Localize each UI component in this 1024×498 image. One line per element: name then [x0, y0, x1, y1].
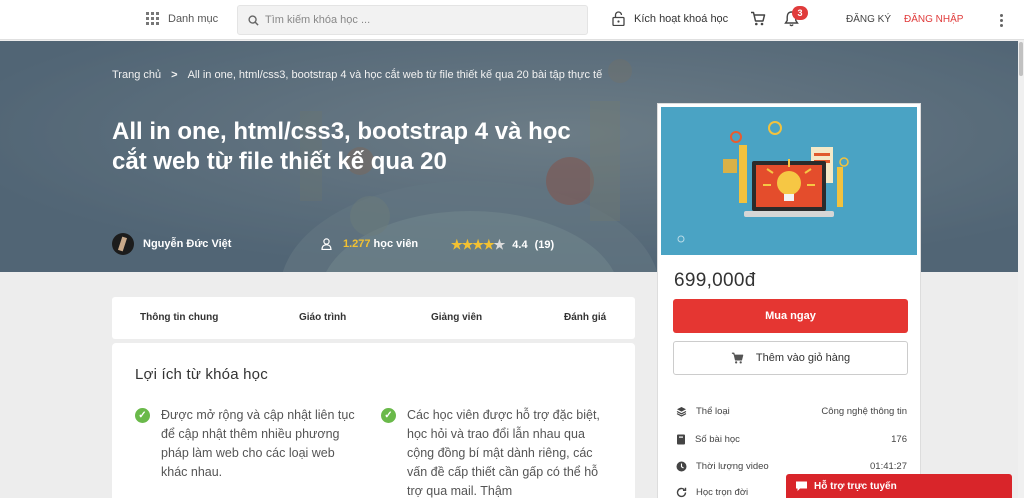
- course-tabs: Thông tin chung Giáo trình Giảng viên Đá…: [112, 297, 635, 339]
- info-value: 01:41:27: [870, 461, 907, 472]
- activate-course-label: Kích hoạt khoá học: [634, 12, 729, 25]
- refresh-icon: [676, 487, 687, 498]
- login-link[interactable]: ĐĂNG NHẬP: [904, 14, 963, 25]
- page-scrollbar[interactable]: [1018, 40, 1024, 498]
- cart-button[interactable]: [750, 11, 766, 31]
- more-menu-icon[interactable]: [996, 13, 1006, 29]
- rating-count: (19): [534, 239, 555, 251]
- author-avatar: [112, 233, 134, 255]
- buy-now-button[interactable]: Mua ngay: [673, 299, 908, 333]
- students-count: 1.277: [343, 238, 371, 250]
- info-label: Số bài học: [695, 434, 740, 445]
- search-box: [237, 5, 588, 35]
- benefit-item: ✓ Các học viên được hỗ trợ đặc biệt, học…: [381, 406, 603, 498]
- students-stat: 1.277 học viên: [321, 238, 418, 250]
- info-row-lessons: Số bài học 176: [676, 434, 907, 445]
- tab-curriculum[interactable]: Giáo trình: [299, 312, 346, 323]
- live-support-chat-button[interactable]: Hỗ trợ trực tuyến: [786, 474, 1012, 498]
- breadcrumb-current: All in one, html/css3, bootstrap 4 và họ…: [187, 69, 603, 81]
- book-icon: [677, 434, 685, 445]
- rating-stars-icon: ★★★★★: [451, 237, 505, 252]
- add-to-cart-label: Thêm vào giỏ hàng: [755, 352, 851, 364]
- benefit-item: ✓ Được mở rộng và cập nhật liên tục để c…: [135, 406, 355, 482]
- user-icon: [321, 238, 332, 250]
- category-menu-button[interactable]: Danh mục: [146, 12, 218, 25]
- breadcrumb: Trang chủ > All in one, html/css3, boots…: [112, 69, 602, 81]
- notification-badge: 3: [792, 6, 808, 20]
- category-label: Danh mục: [168, 12, 219, 25]
- live-support-label: Hỗ trợ trực tuyến: [814, 480, 897, 492]
- info-value: Công nghệ thông tin: [821, 406, 907, 417]
- top-header: Danh mục Kích hoạt khoá học 3 ĐĂNG KÝ ĐĂ…: [0, 0, 1024, 40]
- tab-general-info[interactable]: Thông tin chung: [140, 312, 218, 323]
- cart-icon: [731, 352, 744, 364]
- search-icon: [248, 14, 259, 26]
- info-row-category: Thể loại Công nghệ thông tin: [676, 406, 907, 417]
- tab-reviews[interactable]: Đánh giá: [564, 312, 606, 323]
- search-input[interactable]: [265, 14, 565, 26]
- page-scrollbar-thumb[interactable]: [1019, 42, 1023, 76]
- course-thumbnail: [661, 107, 917, 255]
- course-rating: ★★★★★ 4.4 (19): [451, 237, 554, 253]
- course-price: 699,000đ: [674, 270, 756, 291]
- grid-icon: [146, 12, 159, 25]
- lock-open-icon: [612, 11, 625, 26]
- students-label: học viên: [373, 238, 419, 250]
- purchase-card: 699,000đ Mua ngay Thêm vào giỏ hàng Thể …: [657, 103, 921, 498]
- info-label: Thể loại: [696, 406, 730, 417]
- info-row-duration: Thời lượng video 01:41:27: [676, 461, 907, 472]
- info-label: Thời lượng video: [696, 461, 769, 472]
- layers-icon: [676, 407, 687, 417]
- check-circle-icon: ✓: [135, 408, 150, 423]
- benefit-text: Các học viên được hỗ trợ đặc biệt, học h…: [407, 408, 600, 498]
- clock-icon: [676, 461, 687, 472]
- activate-course-button[interactable]: Kích hoạt khoá học: [612, 11, 728, 26]
- info-value: 176: [891, 434, 907, 445]
- rating-value: 4.4: [512, 239, 528, 251]
- signup-link[interactable]: ĐĂNG KÝ: [846, 14, 891, 25]
- breadcrumb-home-link[interactable]: Trang chủ: [112, 69, 161, 81]
- author-name: Nguyễn Đức Việt: [143, 238, 232, 250]
- breadcrumb-separator-icon: >: [171, 69, 178, 81]
- benefit-text: Được mở rộng và cập nhật liên tục để cập…: [161, 408, 355, 479]
- cart-icon: [751, 11, 766, 26]
- add-to-cart-button[interactable]: Thêm vào giỏ hàng: [673, 341, 908, 375]
- course-benefits-panel: Lợi ích từ khóa học ✓ Được mở rộng và cậ…: [112, 343, 635, 498]
- benefits-heading: Lợi ích từ khóa học: [135, 366, 268, 383]
- course-title: All in one, html/css3, bootstrap 4 và họ…: [112, 118, 571, 175]
- tab-instructor[interactable]: Giảng viên: [431, 312, 482, 323]
- laptop-lightbulb-illustration: [661, 107, 917, 255]
- author-link[interactable]: Nguyễn Đức Việt: [112, 233, 231, 255]
- check-circle-icon: ✓: [381, 408, 396, 423]
- chat-bubble-icon: [796, 481, 807, 491]
